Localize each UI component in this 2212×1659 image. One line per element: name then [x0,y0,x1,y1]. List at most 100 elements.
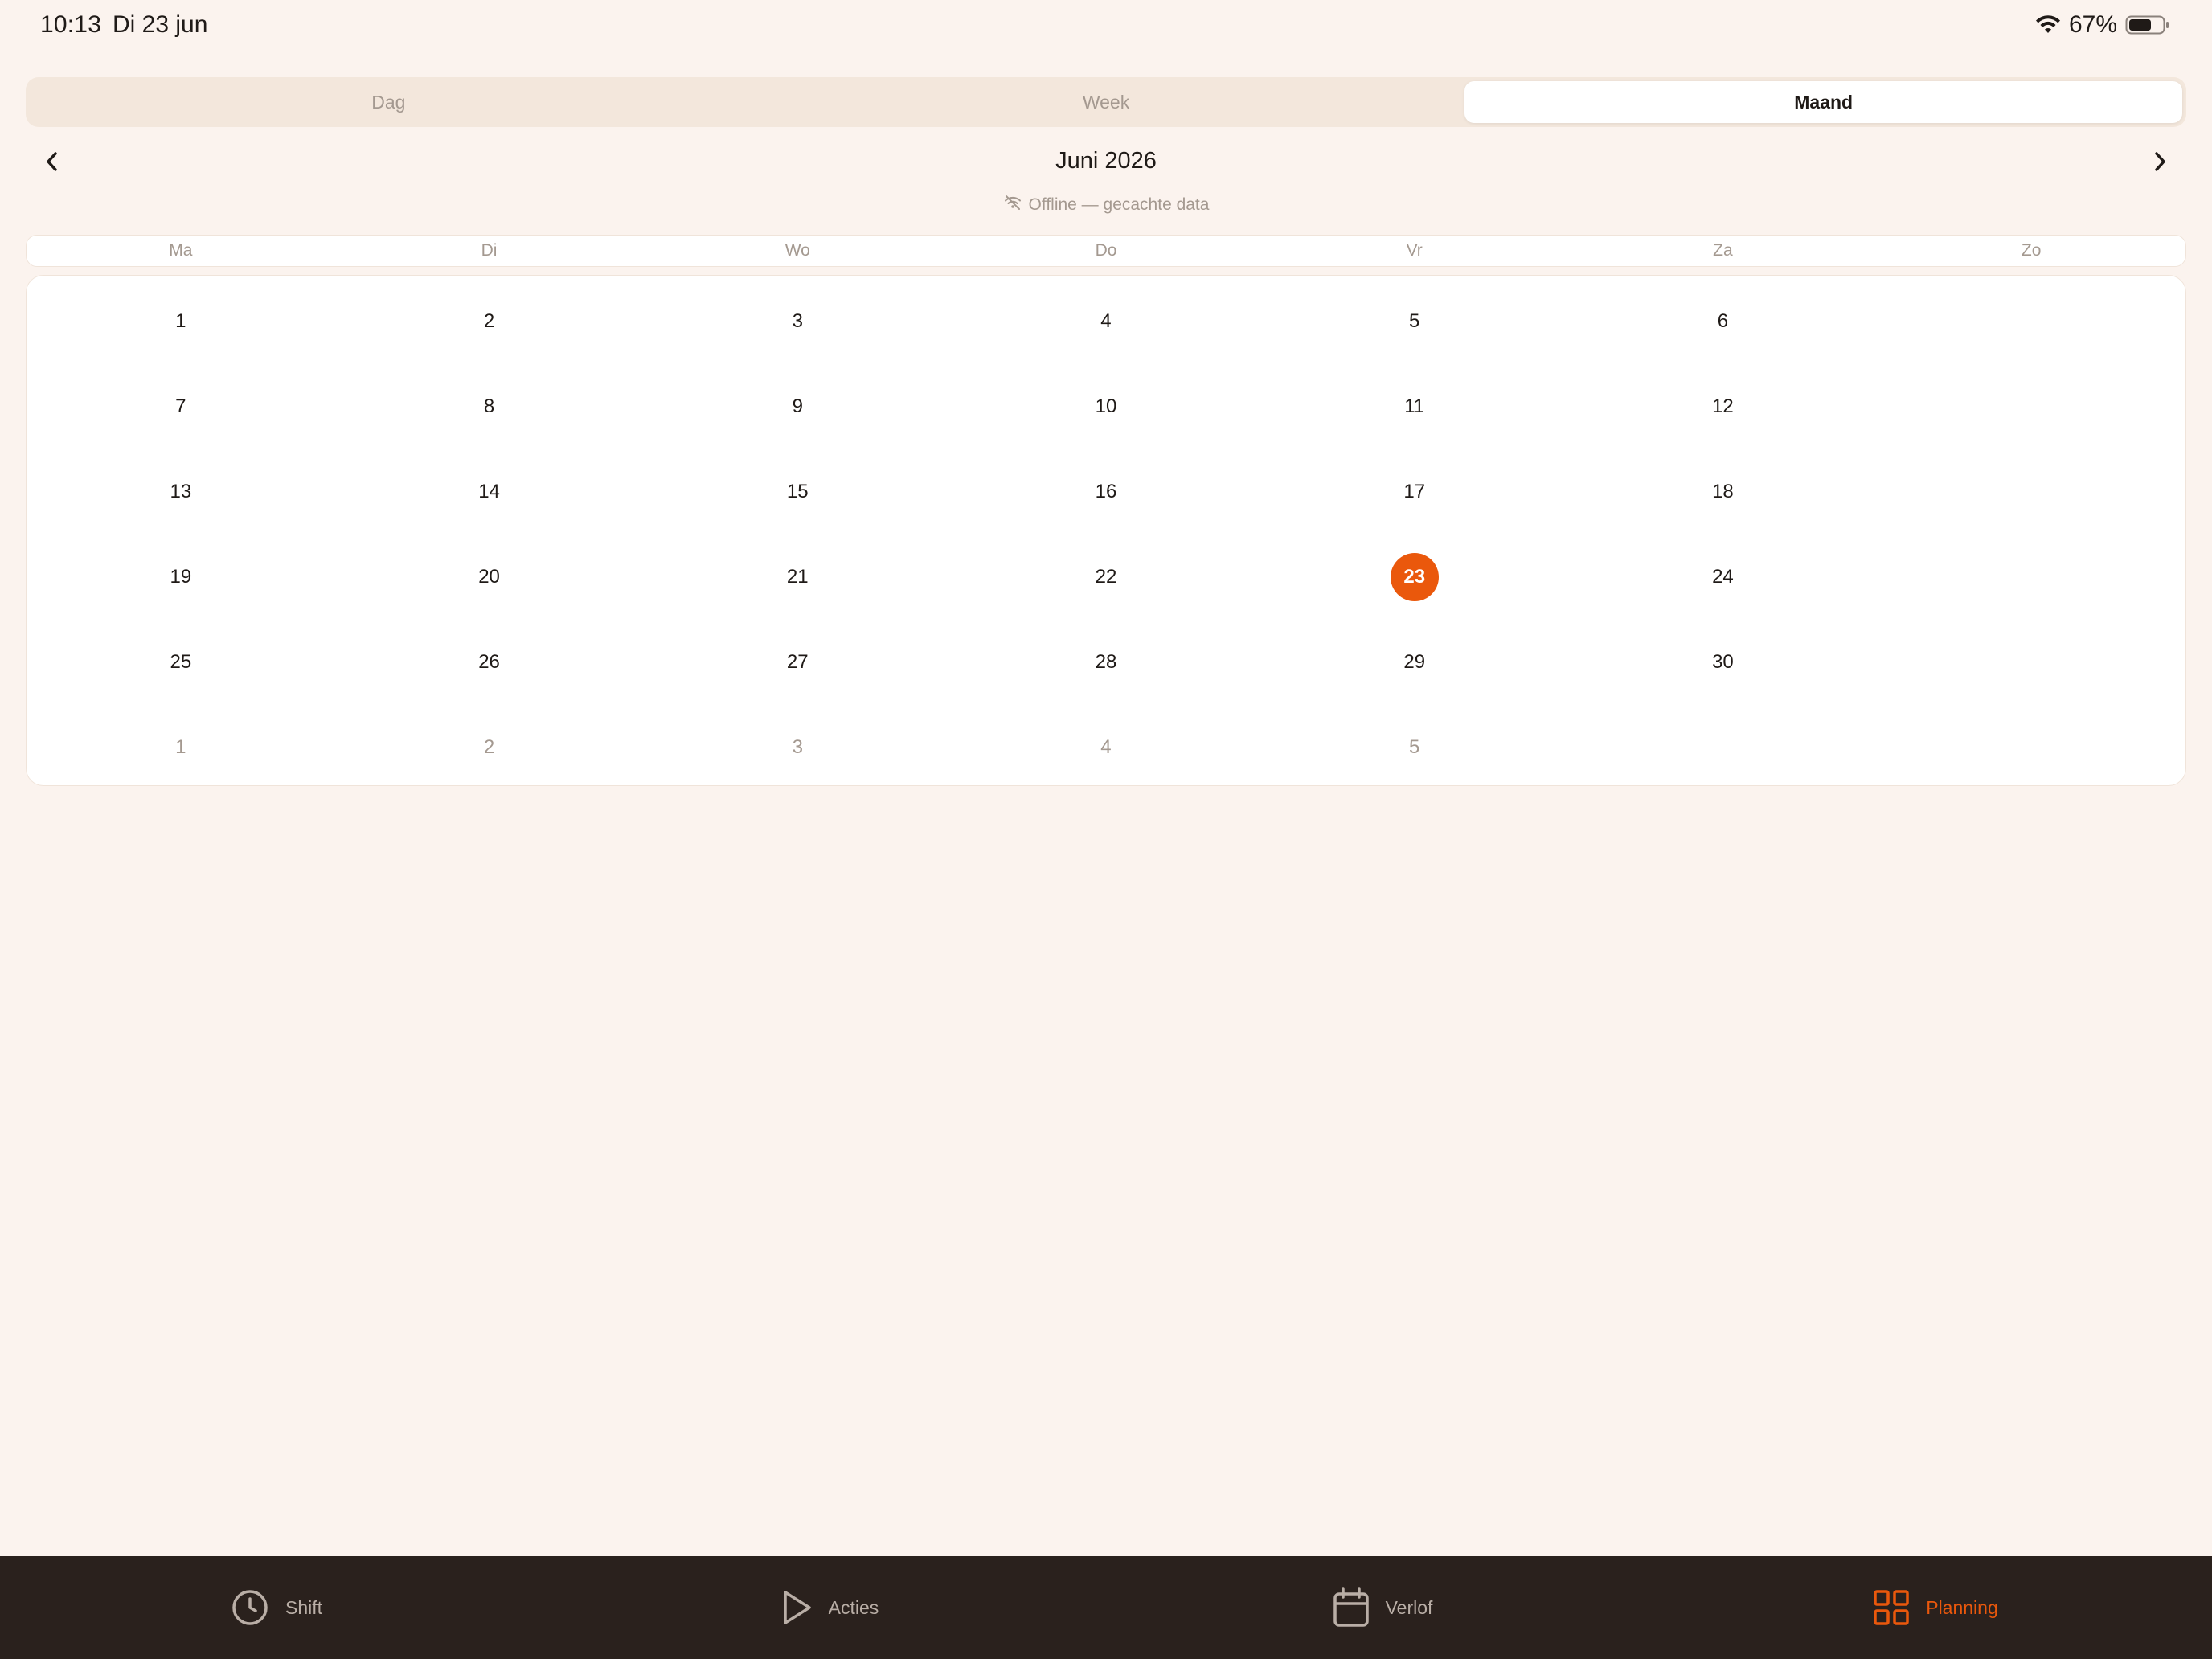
month-grid: 1 2 3 4 5 6 7 8 9 10 11 12 13 14 15 16 1… [26,275,2186,786]
day-number [2007,553,2055,601]
tab-acties[interactable]: Acties [553,1556,1106,1659]
wifi-off-icon [1003,195,1022,215]
calendar-icon [1333,1587,1370,1628]
day-cell[interactable]: 7 [27,364,335,449]
weekday-label: Zo [2021,241,2042,260]
day-cell[interactable]: 14 [335,449,644,535]
day-number [2007,297,2055,346]
next-month-button[interactable] [2140,143,2180,183]
day-number: 2 [483,736,495,758]
day-number: 17 [1403,481,1426,502]
day-cell-empty [1877,705,2185,790]
day-cell[interactable]: 17 [1260,449,1569,535]
status-time: 10:13 [40,11,102,38]
day-number: 28 [1095,651,1117,673]
day-cell-empty [1877,279,2185,364]
day-cell[interactable]: 3 [643,279,952,364]
day-cell[interactable]: 29 [1260,620,1569,705]
day-cell[interactable]: 25 [27,620,335,705]
day-cell-empty [1877,620,2185,705]
weekday-label: Vr [1406,241,1423,260]
day-cell-next-month[interactable]: 1 [27,705,335,790]
tab-planning[interactable]: Planning [1659,1556,2212,1659]
day-number [1698,723,1747,772]
day-number: 18 [1712,481,1734,502]
day-number: 4 [1100,310,1112,332]
day-number: 29 [1403,651,1426,673]
day-number: 11 [1404,395,1425,417]
day-cell[interactable]: 4 [952,279,1260,364]
weekday-header: Ma Di Wo Do Vr Za Zo [26,235,2186,267]
today-marker: 23 [1390,553,1439,601]
chevron-right-icon [2151,150,2169,178]
day-cell[interactable]: 12 [1569,364,1878,449]
day-number: 13 [170,481,192,502]
day-number: 22 [1095,566,1117,588]
day-cell[interactable]: 21 [643,535,952,620]
day-number [2007,638,2055,686]
weekday-label: Ma [169,241,193,260]
day-number [2007,383,2055,431]
day-cell[interactable]: 9 [643,364,952,449]
tab-verlof[interactable]: Verlof [1106,1556,1659,1659]
day-cell[interactable]: 20 [335,535,644,620]
day-cell[interactable]: 28 [952,620,1260,705]
view-option-month[interactable]: Maand [1464,81,2183,123]
day-cell[interactable]: 8 [335,364,644,449]
view-switch: Dag Week Maand [26,77,2186,127]
day-number: 7 [175,395,186,417]
tab-label: Shift [285,1596,323,1618]
day-number: 2 [483,310,495,332]
view-option-week[interactable]: Week [748,81,1465,123]
day-cell[interactable]: 11 [1260,364,1569,449]
tab-label: Acties [828,1596,879,1618]
day-cell[interactable]: 18 [1569,449,1878,535]
clock-icon [231,1588,269,1627]
day-number: 6 [1717,310,1729,332]
battery-percentage: 67% [2068,11,2117,38]
day-cell[interactable]: 2 [335,279,644,364]
tab-label: Verlof [1385,1596,1433,1618]
day-cell[interactable]: 24 [1569,535,1878,620]
day-cell[interactable]: 22 [952,535,1260,620]
day-cell-empty [1569,705,1878,790]
day-number: 12 [1712,395,1734,417]
day-cell-empty [1877,535,2185,620]
view-option-day[interactable]: Dag [30,81,748,123]
day-cell[interactable]: 26 [335,620,644,705]
day-number: 20 [478,566,500,588]
day-cell-empty [1877,364,2185,449]
month-navigation: Juni 2026 [26,137,2186,190]
day-number: 30 [1712,651,1734,673]
day-cell[interactable]: 30 [1569,620,1878,705]
day-cell[interactable]: 1 [27,279,335,364]
day-cell-next-month[interactable]: 2 [335,705,644,790]
day-number: 19 [170,566,192,588]
tab-shift[interactable]: Shift [0,1556,553,1659]
weekday-label: Wo [784,241,810,260]
day-cell-next-month[interactable]: 5 [1260,705,1569,790]
offline-text: Offline — gecachte data [1028,195,1210,214]
day-number: 21 [786,566,809,588]
day-cell-today[interactable]: 23 [1260,535,1569,620]
day-cell[interactable]: 5 [1260,279,1569,364]
status-date: Di 23 jun [113,11,208,38]
day-cell[interactable]: 27 [643,620,952,705]
day-number: 3 [792,736,803,758]
offline-notice: Offline — gecachte data [0,195,2212,215]
day-cell-next-month[interactable]: 4 [952,705,1260,790]
grid-icon [1873,1589,1910,1626]
day-number: 9 [792,395,803,417]
day-cell[interactable]: 6 [1569,279,1878,364]
day-number [2007,723,2055,772]
day-cell[interactable]: 13 [27,449,335,535]
day-number: 1 [175,310,186,332]
day-cell-next-month[interactable]: 3 [643,705,952,790]
day-cell[interactable]: 10 [952,364,1260,449]
day-number: 14 [478,481,500,502]
day-cell[interactable]: 19 [27,535,335,620]
day-number: 24 [1712,566,1734,588]
day-number [2007,468,2055,516]
day-cell[interactable]: 16 [952,449,1260,535]
day-cell[interactable]: 15 [643,449,952,535]
